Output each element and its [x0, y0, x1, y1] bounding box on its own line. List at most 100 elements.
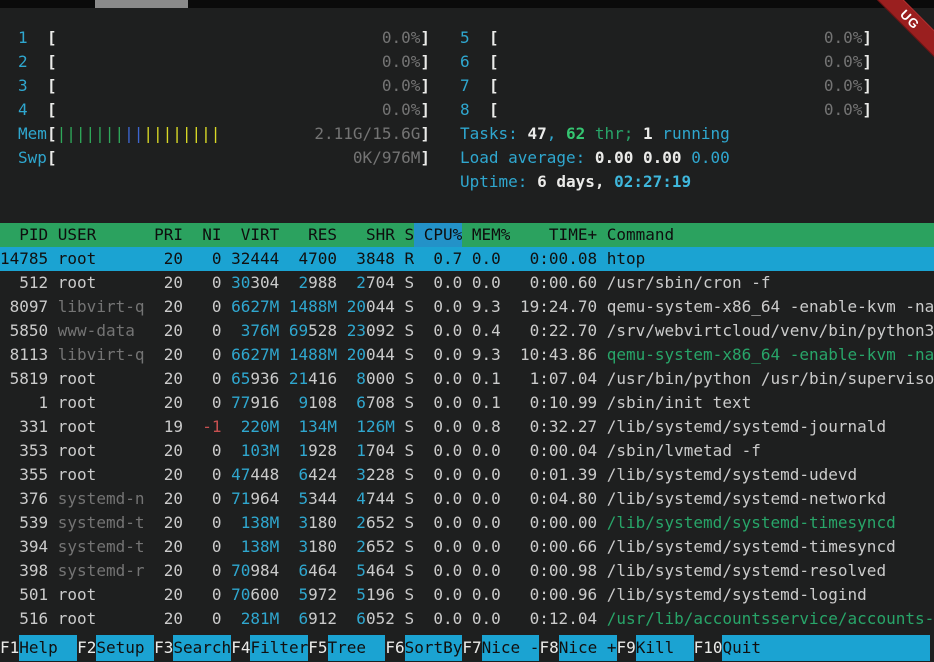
cell-value: 5850 — [10, 321, 49, 340]
table-row[interactable]: 516root200281M69126052S0.00.00:12.04/usr… — [0, 607, 934, 631]
table-row[interactable]: 398systemd-r2007098464645464S0.00.00:00.… — [0, 559, 934, 583]
header-cell-s[interactable]: S — [404, 223, 414, 247]
table-row[interactable]: 1root2007791691086708S0.00.10:10.99/sbin… — [0, 391, 934, 415]
cell-time: 0:04.80 — [520, 487, 597, 511]
nice-value: -1 — [202, 417, 221, 436]
mem-value-mb: 6 — [299, 561, 309, 580]
cell-value: S — [404, 417, 414, 436]
header-cell-cmd[interactable]: Command — [607, 223, 934, 247]
cell-cmd: /sbin/lvmetad -f — [607, 439, 934, 463]
header-cell-cpu[interactable]: CPU% — [414, 223, 462, 247]
table-row[interactable]: 14785root2003244447003848R0.70.00:00.08h… — [0, 247, 934, 271]
meter-close-bracket: ] — [420, 50, 430, 74]
cell-value: 20 — [164, 345, 183, 364]
cell-mem: 0.0 — [472, 439, 511, 463]
cpu-meter-6: 6[0.0%] — [460, 50, 872, 74]
header-cell-mem[interactable]: MEM% — [472, 223, 511, 247]
mem-value-kb: 936 — [250, 369, 279, 388]
mem-value-kb: 984 — [250, 561, 279, 580]
cell-value: 355 — [19, 465, 48, 484]
cell-cpu: 0.0 — [424, 535, 463, 559]
tasks-summary-segment: running — [653, 122, 730, 146]
cell-value: 516 — [19, 609, 48, 628]
command-value: /srv/webvirtcloud/venv/bin/python3 — [607, 321, 934, 340]
fnkey-f6-sortby[interactable]: F6SortBy — [385, 635, 462, 661]
command-value: /lib/systemd/systemd-timesyncd — [607, 513, 896, 532]
swap-meter-label: Swp — [18, 146, 47, 170]
uptime: Uptime: 6 days, 02:27:19 — [460, 170, 872, 194]
mem-value-mb: 70 — [231, 561, 250, 580]
fnkey-f8-nice[interactable]: F8Nice + — [539, 635, 616, 661]
header-cell-ni[interactable]: NI — [193, 223, 222, 247]
cell-value: 0.0 — [472, 489, 501, 508]
function-key-bar: F1HelpF2SetupF3SearchF4FilterF5TreeF6Sor… — [0, 635, 930, 661]
cell-value: 0:22.70 — [530, 321, 597, 340]
cell-value: S — [404, 513, 414, 532]
cell-value: 20 — [164, 393, 183, 412]
table-row[interactable]: 8097libvirt-q2006627M1488M20044S0.09.319… — [0, 295, 934, 319]
mem-value-kb: 108 — [308, 393, 337, 412]
table-row[interactable]: 539systemd-t200138M31802652S0.00.00:00.0… — [0, 511, 934, 535]
fnkey-action: Quit — [722, 635, 930, 661]
table-row[interactable]: 512root2003030429882704S0.00.00:00.60/us… — [0, 271, 934, 295]
header-cell-res[interactable]: RES — [289, 223, 337, 247]
window-top-strip — [0, 0, 934, 8]
cell-cmd: /lib/systemd/systemd-journald — [607, 415, 934, 439]
header-cell-pri[interactable]: PRI — [154, 223, 183, 247]
cell-mem: 0.0 — [472, 511, 511, 535]
table-row[interactable]: 353root200103M19281704S0.00.00:00.04/sbi… — [0, 439, 934, 463]
mem-value-mb: 6 — [299, 609, 309, 628]
cell-value: 0.0 — [433, 417, 462, 436]
header-cell-virt[interactable]: VIRT — [231, 223, 279, 247]
cell-value: 0:00.00 — [530, 513, 597, 532]
fnkey-f2-setup[interactable]: F2Setup — [77, 635, 154, 661]
fnkey-action: Search — [173, 635, 231, 661]
process-table: PIDUSERPRINIVIRTRESSHRSCPU%MEM%TIME+Comm… — [0, 223, 934, 631]
cell-value: 0.0 — [433, 393, 462, 412]
cell-s: S — [404, 439, 414, 463]
fnkey-f9-kill[interactable]: F9Kill — [617, 635, 694, 661]
fnkey-f7-nice[interactable]: F7Nice - — [462, 635, 539, 661]
cpu-meter-4: 4[0.0%] — [18, 98, 430, 122]
fnkey-action: Setup — [96, 635, 154, 661]
tasks-summary-segment: thr; — [585, 122, 643, 146]
cell-cmd: /usr/bin/python /usr/bin/superviso — [607, 367, 934, 391]
cell-time: 0:00.98 — [520, 559, 597, 583]
table-row[interactable]: 8113libvirt-q2006627M1488M20044S0.09.310… — [0, 343, 934, 367]
cell-user: root — [58, 415, 145, 439]
table-row[interactable]: 355root2004744864243228S0.00.00:01.39/li… — [0, 463, 934, 487]
mem-value-mb: 134M — [299, 417, 338, 436]
fnkey-f3-search[interactable]: F3Search — [154, 635, 231, 661]
fnkey-f4-filter[interactable]: F4Filter — [231, 635, 308, 661]
cell-value: 0.0 — [472, 609, 501, 628]
header-cell-pid[interactable]: PID — [0, 223, 48, 247]
table-row[interactable]: 501root2007060059725196S0.00.00:00.96/li… — [0, 583, 934, 607]
table-row[interactable]: 5819root20065936214168000S0.00.11:07.04/… — [0, 367, 934, 391]
mem-value-mb: 6 — [356, 393, 366, 412]
cell-ni: 0 — [193, 271, 222, 295]
cell-time: 0:00.08 — [520, 247, 597, 271]
fnkey-f5-tree[interactable]: F5Tree — [308, 635, 385, 661]
cell-value: 0:00.98 — [530, 561, 597, 580]
cpu-meter-label: 1 — [18, 26, 47, 50]
fnkey-f10-quit[interactable]: F10Quit — [694, 635, 930, 661]
meter-fill — [57, 74, 382, 98]
cell-value: 0.0 — [472, 441, 501, 460]
fnkey-action: Nice - — [482, 635, 540, 661]
table-row[interactable]: 376systemd-n2007196453444744S0.00.00:04.… — [0, 487, 934, 511]
cpu-meter-5: 5[0.0%] — [460, 26, 872, 50]
fnkey-f1-help[interactable]: F1Help — [0, 635, 77, 661]
cell-shr: 20044 — [347, 343, 395, 367]
cell-value: 0:12.04 — [530, 609, 597, 628]
header-cell-shr[interactable]: SHR — [347, 223, 395, 247]
header-cell-time[interactable]: TIME+ — [520, 223, 597, 247]
cell-cmd: /sbin/init text — [607, 391, 934, 415]
header-cell-user[interactable]: USER — [58, 223, 145, 247]
meter-close-bracket: ] — [862, 98, 872, 122]
table-row[interactable]: 5850www-data200376M6952823092S0.00.40:22… — [0, 319, 934, 343]
meter-open-bracket: [ — [47, 146, 57, 170]
cell-pid: 539 — [0, 511, 48, 535]
table-row[interactable]: 394systemd-t200138M31802652S0.00.00:00.6… — [0, 535, 934, 559]
mem-value-mb: 32 — [231, 249, 250, 268]
table-row[interactable]: 331root19-1220M134M126MS0.00.80:32.27/li… — [0, 415, 934, 439]
